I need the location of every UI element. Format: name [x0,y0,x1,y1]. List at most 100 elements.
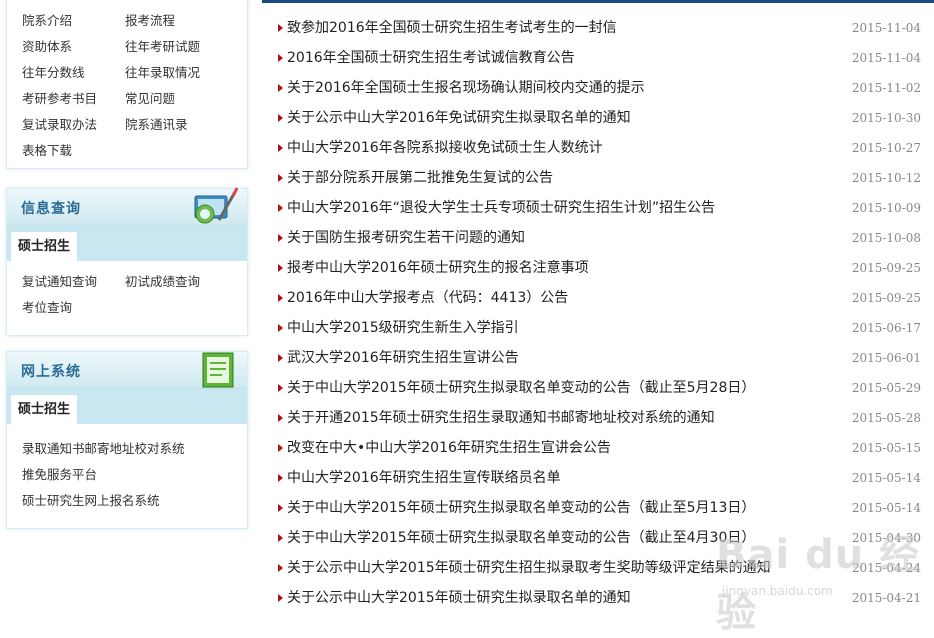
magnifier-computer-icon [194,187,239,224]
bullet-arrow-icon [278,264,283,272]
news-title-link[interactable]: 关于开通2015年硕士研究生招生录取通知书邮寄地址校对系统的通知 [287,403,715,433]
bullet-arrow-icon [278,324,283,332]
news-date: 2015-10-09 [851,201,921,215]
news-title-link[interactable]: 关于中山大学2015年硕士研究生拟录取名单变动的公告（截止至5月28日） [287,373,755,403]
news-date: 2015-11-04 [851,51,921,65]
link-initial-scores[interactable]: 初试成绩查询 [125,269,228,295]
bullet-arrow-icon [278,234,283,242]
news-date: 2015-05-14 [851,501,921,515]
news-title-link[interactable]: 中山大学2016年各院系拟接收免试硕士生人数统计 [287,133,603,163]
bullet-arrow-icon [278,384,283,392]
left-sidebar: 院系介绍 报考流程 资助体系 往年考研试题 往年分数线 往年录取情况 考研参考书… [0,0,252,628]
news-row[interactable]: 关于公示中山大学2015年硕士研究生招生拟录取考生奖助等级评定结果的通知 2015… [276,553,926,583]
news-row[interactable]: 致参加2016年全国硕士研究生招生考试考生的一封信 2015-11-04 [276,13,926,43]
bullet-arrow-icon [278,444,283,452]
link-faq[interactable]: 常见问题 [125,86,228,112]
news-row[interactable]: 关于中山大学2015年硕士研究生拟录取名单变动的公告（截止至5月13日） 2015… [276,493,926,523]
link-form-download[interactable]: 表格下载 [22,138,247,164]
quick-links-grid: 院系介绍 报考流程 资助体系 往年考研试题 往年分数线 往年录取情况 考研参考书… [22,8,247,138]
news-row[interactable]: 中山大学2016年“退役大学生士兵专项硕士研究生招生计划”招生公告 2015-10… [276,193,926,223]
news-row[interactable]: 2016年中山大学报考点（代码：4413）公告 2015-09-25 [276,283,926,313]
news-title-link[interactable]: 关于部分院系开展第二批推免生复试的公告 [287,163,553,193]
news-row[interactable]: 关于中山大学2015年硕士研究生拟录取名单变动的公告（截止至4月30日） 2015… [276,523,926,553]
news-row[interactable]: 关于公示中山大学2016年免试研究生拟录取名单的通知 2015-10-30 [276,103,926,133]
link-past-admissions[interactable]: 往年录取情况 [125,60,228,86]
news-title-link[interactable]: 关于中山大学2015年硕士研究生拟录取名单变动的公告（截止至4月30日） [287,523,755,553]
link-retest-notice[interactable]: 复试通知查询 [22,269,125,295]
bullet-arrow-icon [278,294,283,302]
news-title-link[interactable]: 2016年中山大学报考点（代码：4413）公告 [287,283,568,313]
news-title-link[interactable]: 武汉大学2016年研究生招生宣讲公告 [287,343,519,373]
news-title-link[interactable]: 致参加2016年全国硕士研究生招生考试考生的一封信 [287,13,617,43]
bullet-arrow-icon [278,594,283,602]
news-row[interactable]: 关于中山大学2015年硕士研究生拟录取名单变动的公告（截止至5月28日） 2015… [276,373,926,403]
link-retest-rules[interactable]: 复试录取办法 [22,112,125,138]
link-online-registration[interactable]: 硕士研究生网上报名系统 [22,488,247,514]
news-row[interactable]: 中山大学2015级研究生新生入学指引 2015-06-17 [276,313,926,343]
bullet-arrow-icon [278,474,283,482]
link-past-exams[interactable]: 往年考研试题 [125,34,228,60]
news-date: 2015-10-12 [851,171,921,185]
news-title-link[interactable]: 关于公示中山大学2015年硕士研究生拟录取名单的通知 [287,583,631,613]
news-title-link[interactable]: 2016年全国硕士研究生招生考试诚信教育公告 [287,43,575,73]
bullet-arrow-icon [278,204,283,212]
news-row[interactable]: 报考中山大学2016年硕士研究生的报名注意事项 2015-09-25 [276,253,926,283]
link-past-scores[interactable]: 往年分数线 [22,60,125,86]
online-system-header: 网上系统 [7,352,247,389]
news-title-link[interactable]: 中山大学2016年“退役大学生士兵专项硕士研究生招生计划”招生公告 [287,193,715,223]
news-row[interactable]: 关于2016年全国硕士生报名现场确认期间校内交通的提示 2015-11-02 [276,73,926,103]
news-row[interactable]: 武汉大学2016年研究生招生宣讲公告 2015-06-01 [276,343,926,373]
news-title-link[interactable]: 关于国防生报考研究生若干问题的通知 [287,223,525,253]
bullet-arrow-icon [278,504,283,512]
news-row[interactable]: 中山大学2016年研究生招生宣传联络员名单 2015-05-14 [276,463,926,493]
news-row[interactable]: 关于公示中山大学2015年硕士研究生拟录取名单的通知 2015-04-21 [276,583,926,613]
link-dept-intro[interactable]: 院系介绍 [22,8,125,34]
news-row[interactable]: 2016年全国硕士研究生招生考试诚信教育公告 2015-11-04 [276,43,926,73]
bullet-arrow-icon [278,144,283,152]
link-reference-books[interactable]: 考研参考书目 [22,86,125,112]
link-exam-seat[interactable]: 考位查询 [22,295,125,321]
tab-master-admission-online[interactable]: 硕士招生 [11,395,77,424]
news-title-link[interactable]: 报考中山大学2016年硕士研究生的报名注意事项 [287,253,589,283]
info-query-box: 信息查询 硕士招生 复试通知查询 初试成绩查询 考位查询 [6,187,248,336]
news-row[interactable]: 关于部分院系开展第二批推免生复试的公告 2015-10-12 [276,163,926,193]
news-title-link[interactable]: 中山大学2015级研究生新生入学指引 [287,313,519,343]
link-dept-contacts[interactable]: 院系通讯录 [125,112,228,138]
main-top-divider [262,0,934,3]
tab-master-admission[interactable]: 硕士招生 [11,232,77,261]
bullet-arrow-icon [278,354,283,362]
online-system-title: 网上系统 [21,364,81,380]
news-title-link[interactable]: 关于中山大学2015年硕士研究生拟录取名单变动的公告（截止至5月13日） [287,493,755,523]
news-date: 2015-06-17 [851,321,921,335]
link-address-check-system[interactable]: 录取通知书邮寄地址校对系统 [22,436,247,462]
news-title-link[interactable]: 关于2016年全国硕士生报名现场确认期间校内交通的提示 [287,73,645,103]
news-date: 2015-11-02 [851,81,921,95]
info-query-tabbar: 硕士招生 [7,226,247,261]
link-recommend-platform[interactable]: 推免服务平台 [22,462,247,488]
news-date: 2015-04-24 [851,561,921,575]
news-date: 2015-04-21 [851,591,921,605]
bullet-arrow-icon [278,174,283,182]
news-title-link[interactable]: 中山大学2016年研究生招生宣传联络员名单 [287,463,561,493]
news-row[interactable]: 中山大学2016年各院系拟接收免试硕士生人数统计 2015-10-27 [276,133,926,163]
bullet-arrow-icon [278,564,283,572]
news-date: 2015-11-04 [851,21,921,35]
news-row[interactable]: 关于开通2015年硕士研究生招生录取通知书邮寄地址校对系统的通知 2015-05-… [276,403,926,433]
bullet-arrow-icon [278,534,283,542]
extra-links: 表格下载 [22,138,247,164]
link-apply-process[interactable]: 报考流程 [125,8,228,34]
news-date: 2015-09-25 [851,291,921,305]
news-row[interactable]: 改变在中大•中山大学2016年研究生招生宣讲会公告 2015-05-15 [276,433,926,463]
news-row[interactable]: 关于国防生报考研究生若干问题的通知 2015-10-08 [276,223,926,253]
bullet-arrow-icon [278,84,283,92]
news-date: 2015-09-25 [851,261,921,275]
link-funding[interactable]: 资助体系 [22,34,125,60]
bullet-arrow-icon [278,54,283,62]
news-date: 2015-05-14 [851,471,921,485]
news-title-link[interactable]: 关于公示中山大学2015年硕士研究生招生拟录取考生奖助等级评定结果的通知 [287,553,771,583]
news-title-link[interactable]: 改变在中大•中山大学2016年研究生招生宣讲会公告 [287,433,611,463]
news-title-link[interactable]: 关于公示中山大学2016年免试研究生拟录取名单的通知 [287,103,631,133]
bullet-arrow-icon [278,414,283,422]
news-date: 2015-04-30 [851,531,921,545]
news-date: 2015-10-08 [851,231,921,245]
